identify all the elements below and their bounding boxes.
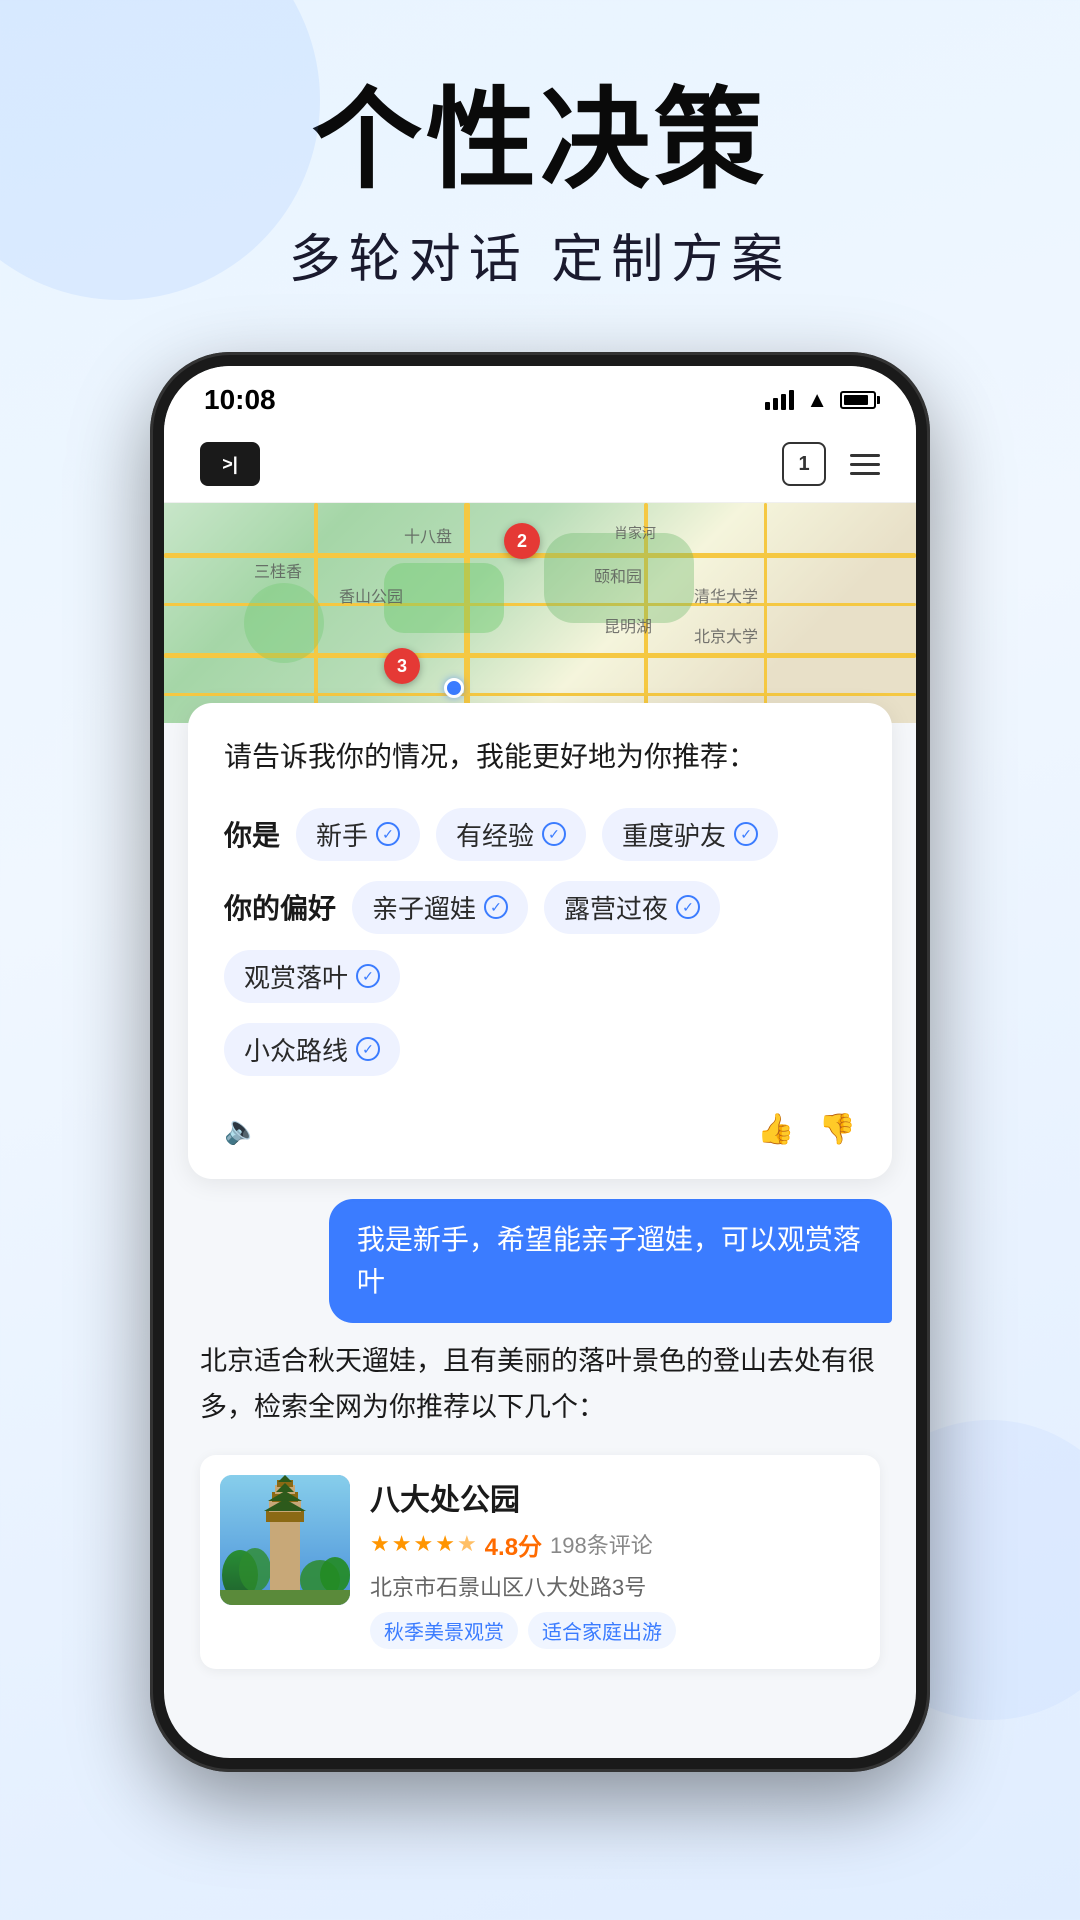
thumbs-down-button[interactable]: 👎 [819, 1112, 856, 1147]
extra-tag-row: 小众路线 ✓ [224, 1023, 856, 1076]
vote-icons: 👍 👎 [757, 1112, 856, 1147]
map-marker-3: 3 [384, 648, 420, 684]
signal-icon [765, 390, 794, 410]
ai-response-section: 北京适合秋天遛娃，且有美丽的落叶景色的登山去处有很多，检索全网为你推荐以下几个： [188, 1339, 892, 1669]
place-card[interactable]: 八大处公园 ★ ★ ★ ★ ★ 4.8分 198条评论 [200, 1455, 880, 1669]
check-icon-beginner: ✓ [376, 822, 400, 846]
app-logo[interactable]: >| [200, 442, 260, 486]
phone-screen: 10:08 ▲ >| 1 [164, 366, 916, 1758]
place-address: 北京市石景山区八大处路3号 [370, 1570, 860, 1602]
tag-camping[interactable]: 露营过夜 ✓ [544, 881, 720, 934]
user-message-bubble: 我是新手，希望能亲子遛娃，可以观赏落叶 [188, 1199, 892, 1323]
rating-row: ★ ★ ★ ★ ★ 4.8分 198条评论 [370, 1527, 860, 1562]
chat-card: 请告诉我你的情况，我能更好地为你推荐： 你是 新手 ✓ 有经验 ✓ 重度驴友 ✓ [188, 703, 892, 1179]
tag-experienced-text: 有经验 [456, 816, 534, 853]
check-icon-family: ✓ [484, 895, 508, 919]
check-icon-leaves: ✓ [356, 964, 380, 988]
rating-score: 4.8分 [485, 1527, 542, 1562]
user-message-text: 我是新手，希望能亲子遛娃，可以观赏落叶 [329, 1199, 892, 1323]
app-header: >| 1 [164, 426, 916, 503]
tag-hiker[interactable]: 重度驴友 ✓ [602, 808, 778, 861]
place-info: 八大处公园 ★ ★ ★ ★ ★ 4.8分 198条评论 [370, 1475, 860, 1649]
map-marker-2: 2 [504, 523, 540, 559]
phone-mockup: 10:08 ▲ >| 1 [150, 352, 930, 1772]
phone-frame: 10:08 ▲ >| 1 [150, 352, 930, 1772]
status-bar: 10:08 ▲ [164, 366, 916, 426]
battery-icon [840, 391, 876, 409]
check-icon-niche: ✓ [356, 1037, 380, 1061]
sound-icon[interactable]: 🔈 [224, 1113, 259, 1146]
check-icon-camping: ✓ [676, 895, 700, 919]
tag-beginner[interactable]: 新手 ✓ [296, 808, 420, 861]
place-name: 八大处公园 [370, 1475, 860, 1519]
ai-response-text: 北京适合秋天遛娃，且有美丽的落叶景色的登山去处有很多，检索全网为你推荐以下几个： [200, 1339, 880, 1431]
card-footer: 🔈 👍 👎 [224, 1096, 856, 1147]
tag-niche-text: 小众路线 [244, 1031, 348, 1068]
place-image [220, 1475, 350, 1605]
check-icon-experienced: ✓ [542, 822, 566, 846]
place-tag-2: 适合家庭出游 [528, 1612, 676, 1649]
wifi-icon: ▲ [806, 387, 828, 413]
review-count: 198条评论 [550, 1528, 653, 1560]
tag-family-text: 亲子遛娃 [372, 889, 476, 926]
check-icon-hiker: ✓ [734, 822, 758, 846]
preference-row: 你的偏好 亲子遛娃 ✓ 露营过夜 ✓ 观赏落叶 ✓ [224, 881, 856, 1003]
tab-button[interactable]: 1 [782, 442, 826, 486]
tag-family[interactable]: 亲子遛娃 ✓ [352, 881, 528, 934]
tag-camping-text: 露营过夜 [564, 889, 668, 926]
tag-experienced[interactable]: 有经验 ✓ [436, 808, 586, 861]
stars: ★ ★ ★ ★ ★ [370, 1531, 477, 1557]
place-tower-svg [220, 1475, 350, 1605]
preference-label: 你的偏好 [224, 887, 336, 927]
location-dot [444, 678, 464, 698]
tag-leaves[interactable]: 观赏落叶 ✓ [224, 950, 400, 1003]
status-icons: ▲ [765, 387, 876, 413]
chat-prompt: 请告诉我你的情况，我能更好地为你推荐： [224, 735, 856, 780]
menu-button[interactable] [850, 454, 880, 475]
place-tag-1: 秋季美景观赏 [370, 1612, 518, 1649]
map-area: 十八盘 三桂香 香山公园 肖家河 颐和园 清华大学 昆明湖 北京大学 2 3 [164, 503, 916, 723]
header-right: 1 [782, 442, 880, 486]
user-type-label: 你是 [224, 814, 280, 854]
tag-hiker-text: 重度驴友 [622, 816, 726, 853]
tag-beginner-text: 新手 [316, 816, 368, 853]
thumbs-up-button[interactable]: 👍 [757, 1112, 794, 1147]
status-time: 10:08 [204, 384, 276, 416]
tag-niche[interactable]: 小众路线 ✓ [224, 1023, 400, 1076]
place-tags: 秋季美景观赏 适合家庭出游 [370, 1612, 860, 1649]
user-type-row: 你是 新手 ✓ 有经验 ✓ 重度驴友 ✓ [224, 808, 856, 861]
tag-leaves-text: 观赏落叶 [244, 958, 348, 995]
